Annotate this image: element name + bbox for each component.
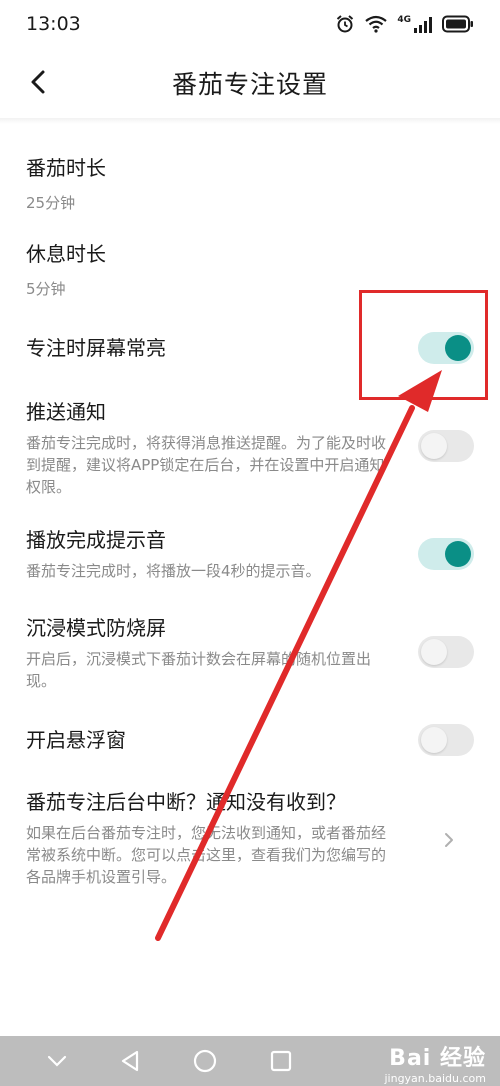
setting-floating-window: 开启悬浮窗 — [26, 726, 476, 754]
setting-burn-in-protection: 沉浸模式防烧屏 开启后，沉浸模式下番茄计数会在屏幕的随机位置出现。 — [26, 614, 476, 692]
completion-sound-toggle[interactable] — [418, 538, 474, 570]
floating-window-toggle[interactable] — [418, 724, 474, 756]
chevron-down-icon[interactable] — [46, 1054, 68, 1068]
header: 番茄专注设置 — [0, 48, 500, 118]
setting-title: 番茄专注后台中断？通知没有收到？ — [26, 790, 346, 814]
burn-in-protection-toggle[interactable] — [418, 636, 474, 668]
setting-push-notification: 推送通知 番茄专注完成时，将获得消息推送提醒。为了能及时收到提醒，建议将APP锁… — [26, 398, 476, 498]
battery-icon — [442, 15, 473, 33]
watermark-logo: Bai 经验 — [389, 1046, 486, 1071]
setting-completion-sound: 播放完成提示音 番茄专注完成时，将播放一段4秒的提示音。 — [26, 526, 476, 582]
page-title: 番茄专注设置 — [171, 70, 328, 99]
toggle-knob — [421, 639, 447, 665]
push-notification-toggle[interactable] — [418, 430, 474, 462]
home-circle-icon[interactable] — [192, 1048, 218, 1074]
setting-title: 沉浸模式防烧屏 — [26, 616, 166, 640]
status-bar: 13:03 4G — [0, 0, 500, 48]
status-icons: 4G — [335, 14, 474, 34]
setting-title: 休息时长 — [26, 242, 106, 266]
setting-description: 开启后，沉浸模式下番茄计数会在屏幕的随机位置出现。 — [26, 650, 372, 690]
setting-background-interruption-guide[interactable]: 番茄专注后台中断？通知没有收到？ 如果在后台番茄专注时，您无法收到通知，或者番茄… — [26, 788, 476, 888]
setting-value: 25分钟 — [26, 194, 76, 212]
recents-square-icon[interactable] — [269, 1049, 293, 1073]
setting-title: 番茄时长 — [26, 156, 106, 180]
back-button[interactable] — [18, 62, 58, 102]
toggle-knob — [445, 541, 471, 567]
network-type-label: 4G — [397, 15, 411, 25]
wifi-icon — [365, 15, 388, 33]
chevron-left-icon — [31, 70, 45, 94]
setting-pomodoro-duration[interactable]: 番茄时长 25分钟 — [26, 154, 476, 213]
setting-title: 推送通知 — [26, 400, 106, 424]
chevron-right-icon[interactable] — [442, 830, 456, 850]
header-divider — [0, 118, 500, 124]
setting-title: 开启悬浮窗 — [26, 728, 126, 752]
toggle-knob — [421, 727, 447, 753]
toggle-knob — [421, 433, 447, 459]
annotation-highlight-box — [359, 290, 488, 400]
setting-description: 番茄专注完成时，将获得消息推送提醒。为了能及时收到提醒，建议将APP锁定在后台，… — [26, 434, 387, 496]
setting-description: 如果在后台番茄专注时，您无法收到通知，或者番茄经常被系统中断。您可以点击这里，查… — [26, 824, 387, 886]
watermark: Bai 经验 jingyan.baidu.com — [384, 1040, 486, 1085]
cellular-signal-icon: 4G — [397, 15, 432, 33]
back-triangle-icon[interactable] — [119, 1049, 141, 1073]
setting-title: 播放完成提示音 — [26, 528, 166, 552]
setting-description: 番茄专注完成时，将播放一段4秒的提示音。 — [26, 562, 321, 580]
alarm-icon — [337, 15, 354, 33]
watermark-url: jingyan.baidu.com — [384, 1072, 486, 1085]
status-time: 13:03 — [26, 13, 81, 35]
